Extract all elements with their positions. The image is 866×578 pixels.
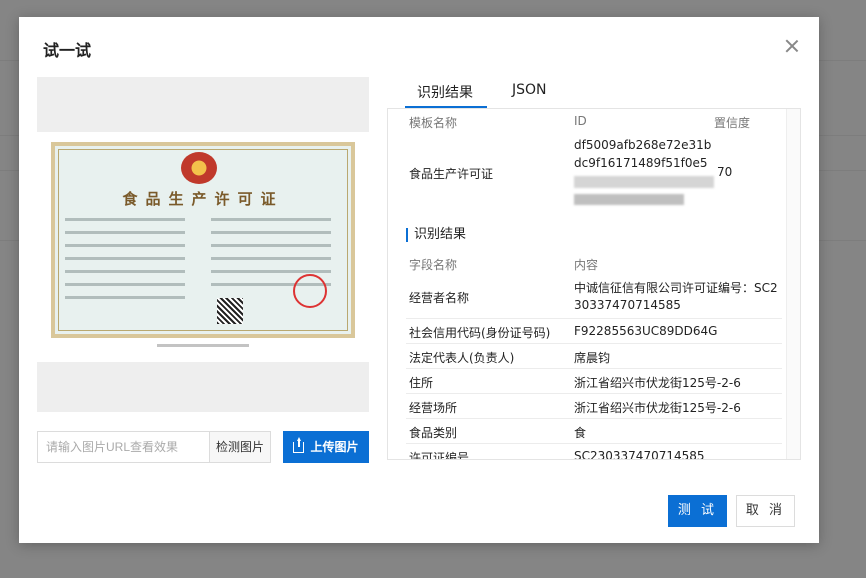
try-it-modal: 试一试 食品生产许可证 请输入图片URL查看效果 检测图片 上传图片 识别结果 …: [19, 17, 819, 543]
field-value: 中诚信征信有限公司许可证编号：SC2: [574, 281, 778, 295]
field-name: 社会信用代码(身份证号码): [409, 326, 551, 340]
certificate-title: 食品生产许可证: [122, 190, 284, 208]
field-name: 法定代表人(负责人): [409, 351, 515, 365]
certificate-text-lines-left: [65, 218, 185, 309]
redacted-id-line3: [574, 176, 714, 188]
upload-icon: [293, 437, 305, 453]
tab-recognition-result[interactable]: 识别结果: [417, 82, 473, 102]
image-preview: 食品生产许可证: [37, 77, 369, 412]
field-name: 食品类别: [409, 426, 458, 440]
row-divider: [406, 418, 782, 419]
field-value: F92285563UC89DD64G: [574, 324, 718, 338]
template-confidence: 70: [717, 165, 733, 179]
row-divider: [406, 318, 782, 319]
field-name: 经营场所: [409, 401, 458, 415]
header-content: 内容: [574, 258, 599, 272]
official-seal-icon: [293, 274, 327, 308]
image-url-input[interactable]: 请输入图片URL查看效果: [37, 431, 209, 463]
modal-title: 试一试: [43, 41, 92, 60]
panel-scrollbar[interactable]: [786, 109, 800, 459]
field-name: 住所: [409, 376, 434, 390]
check-image-button[interactable]: 检测图片: [209, 431, 271, 463]
header-confidence: 置信度: [714, 116, 751, 130]
row-divider: [406, 343, 782, 344]
cancel-button[interactable]: 取 消: [736, 495, 795, 527]
certificate-border: 食品生产许可证: [51, 142, 355, 338]
header-template-name: 模板名称: [409, 116, 458, 130]
template-id-line1: df5009afb268e72e31b: [574, 138, 712, 152]
test-button[interactable]: 测 试: [668, 495, 727, 527]
row-divider: [406, 393, 782, 394]
field-value: 食: [574, 426, 587, 440]
field-name: 许可证编号: [409, 451, 470, 460]
result-panel[interactable]: 模板名称 ID 置信度 食品生产许可证 df5009afb268e72e31b …: [387, 108, 801, 460]
close-icon[interactable]: [785, 39, 799, 53]
row-divider: [406, 368, 782, 369]
tab-json[interactable]: JSON: [512, 82, 547, 98]
header-field-name: 字段名称: [409, 258, 458, 272]
field-value: 浙江省绍兴市伏龙街125号-2-6: [574, 376, 741, 390]
redacted-id-line4: [574, 194, 684, 205]
result-section-title: 识别结果: [406, 228, 466, 242]
template-id-line2: dc9f16171489f51f0e5: [574, 156, 708, 170]
certificate-image: 食品生产许可证: [37, 132, 369, 362]
national-emblem-icon: [181, 152, 217, 184]
upload-image-button[interactable]: 上传图片: [283, 431, 369, 463]
header-id: ID: [574, 114, 587, 128]
certificate-footer-line: [157, 344, 249, 347]
qr-code-icon: [217, 298, 243, 324]
upload-image-label: 上传图片: [310, 440, 359, 454]
field-name: 经营者名称: [409, 291, 470, 305]
field-value: SC230337470714585: [574, 449, 705, 460]
field-value: 浙江省绍兴市伏龙街125号-2-6: [574, 401, 741, 415]
result-tabs: 识别结果 JSON: [405, 77, 801, 107]
row-divider: [406, 443, 782, 444]
template-name: 食品生产许可证: [409, 167, 494, 181]
field-value: 30337470714585: [574, 298, 681, 312]
field-value: 席晨钧: [574, 351, 611, 365]
